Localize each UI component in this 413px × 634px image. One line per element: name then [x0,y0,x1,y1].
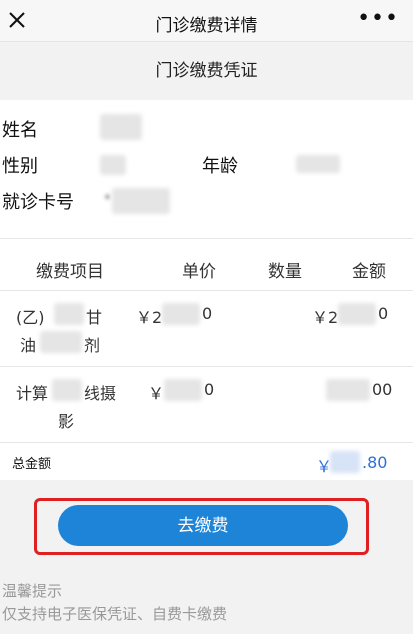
col-header-price: 单价 [182,262,216,282]
tips-text: 仅支持电子医保凭证、自费卡缴费 [2,605,228,623]
row1-amount-redacted [338,303,376,325]
card-number-redacted [112,188,170,214]
receipt-title: 门诊缴费凭证 [0,43,413,99]
total-suffix: .80 [362,453,388,472]
divider [0,366,413,367]
tips-title: 温馨提示 [2,582,63,600]
row1-item-tail: 甘 [86,308,103,327]
row1-price-prefix: ￥2 [136,308,163,327]
divider [0,442,413,443]
card-number-visible: * [104,192,111,208]
row1-amount-prefix: ￥2 [312,308,339,327]
row2-amount-redacted [326,379,370,401]
row2-price-redacted [164,379,202,401]
total-label: 总金额 [12,457,52,472]
divider [0,238,413,239]
receipt-card: 姓名 性别 年龄 就诊卡号 * 缴费项目 单价 数量 金额 (乙) 甘 油 剂 … [0,100,413,480]
row1-item-redacted [40,331,82,353]
row2-amount-suffix: 00 [372,380,393,399]
name-label: 姓名 [2,120,38,141]
total-redacted [330,451,360,473]
row1-price-suffix: 0 [202,304,213,323]
row2-item-line2: 影 [58,412,75,431]
age-value-redacted [296,155,340,173]
row2-price-prefix: ￥ [148,384,165,403]
divider [0,290,413,291]
row2-item-redacted [52,379,82,401]
col-header-item: 缴费项目 [36,262,104,282]
row1-price-redacted [162,303,200,325]
row1-item-text: (乙) [16,308,45,327]
col-header-qty: 数量 [268,262,302,282]
row1-amount-suffix: 0 [378,304,389,323]
name-value-redacted [100,114,142,140]
row1-item-line2-tail: 剂 [84,336,101,355]
row1-item-line2: 油 [20,336,37,355]
row2-item-tail: 线摄 [84,384,117,403]
card-number-label: 就诊卡号 [2,192,74,213]
page-title: 门诊缴费详情 [155,16,258,36]
row2-price-suffix: 0 [204,380,215,399]
more-icon[interactable]: ••• [357,8,399,30]
age-label: 年龄 [202,156,238,177]
gender-value-redacted [100,155,126,175]
nav-bar: 门诊缴费详情 ••• [0,0,413,42]
pay-button[interactable]: 去缴费 [58,505,348,546]
row2-item-text: 计算 [16,384,49,403]
gender-label: 性别 [2,156,38,177]
row1-item-redacted [54,303,84,325]
col-header-amount: 金额 [352,262,386,282]
